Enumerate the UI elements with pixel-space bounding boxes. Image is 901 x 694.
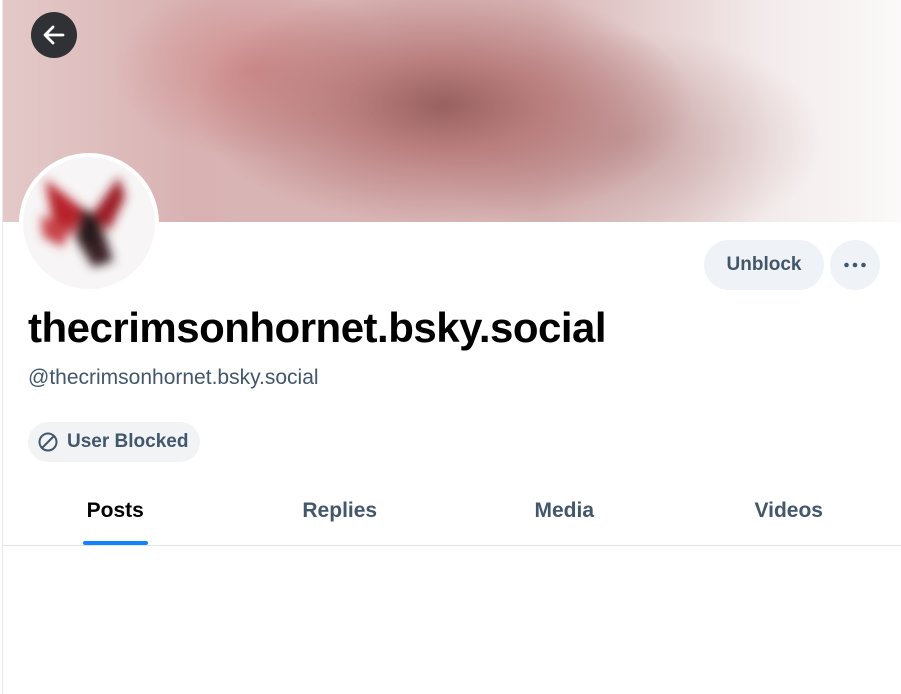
arrow-left-icon	[43, 25, 65, 45]
profile-page: Unblock thecrimsonhornet.bsky.social @th…	[0, 0, 901, 694]
tabs-divider	[3, 545, 901, 546]
unblock-button[interactable]: Unblock	[704, 240, 824, 290]
tab-videos[interactable]: Videos	[677, 490, 901, 545]
more-options-button[interactable]	[830, 240, 880, 290]
tab-videos-label: Videos	[754, 499, 823, 522]
user-blocked-label: User Blocked	[67, 431, 189, 452]
display-name: thecrimsonhornet.bsky.social	[28, 304, 607, 351]
tab-replies[interactable]: Replies	[228, 490, 453, 545]
blocked-icon	[38, 432, 58, 452]
profile-tabs: Posts Replies Media Videos	[3, 490, 901, 545]
avatar[interactable]	[19, 153, 159, 293]
user-blocked-badge: User Blocked	[28, 422, 201, 462]
ellipsis-icon	[844, 262, 866, 268]
tab-posts-label: Posts	[82, 490, 149, 545]
back-button[interactable]	[31, 12, 77, 58]
avatar-image	[23, 157, 155, 289]
tab-media[interactable]: Media	[452, 490, 677, 545]
tab-posts[interactable]: Posts	[3, 490, 228, 545]
tab-replies-label: Replies	[302, 499, 378, 522]
tab-media-label: Media	[534, 499, 594, 522]
profile-handle: @thecrimsonhornet.bsky.social	[28, 366, 319, 389]
